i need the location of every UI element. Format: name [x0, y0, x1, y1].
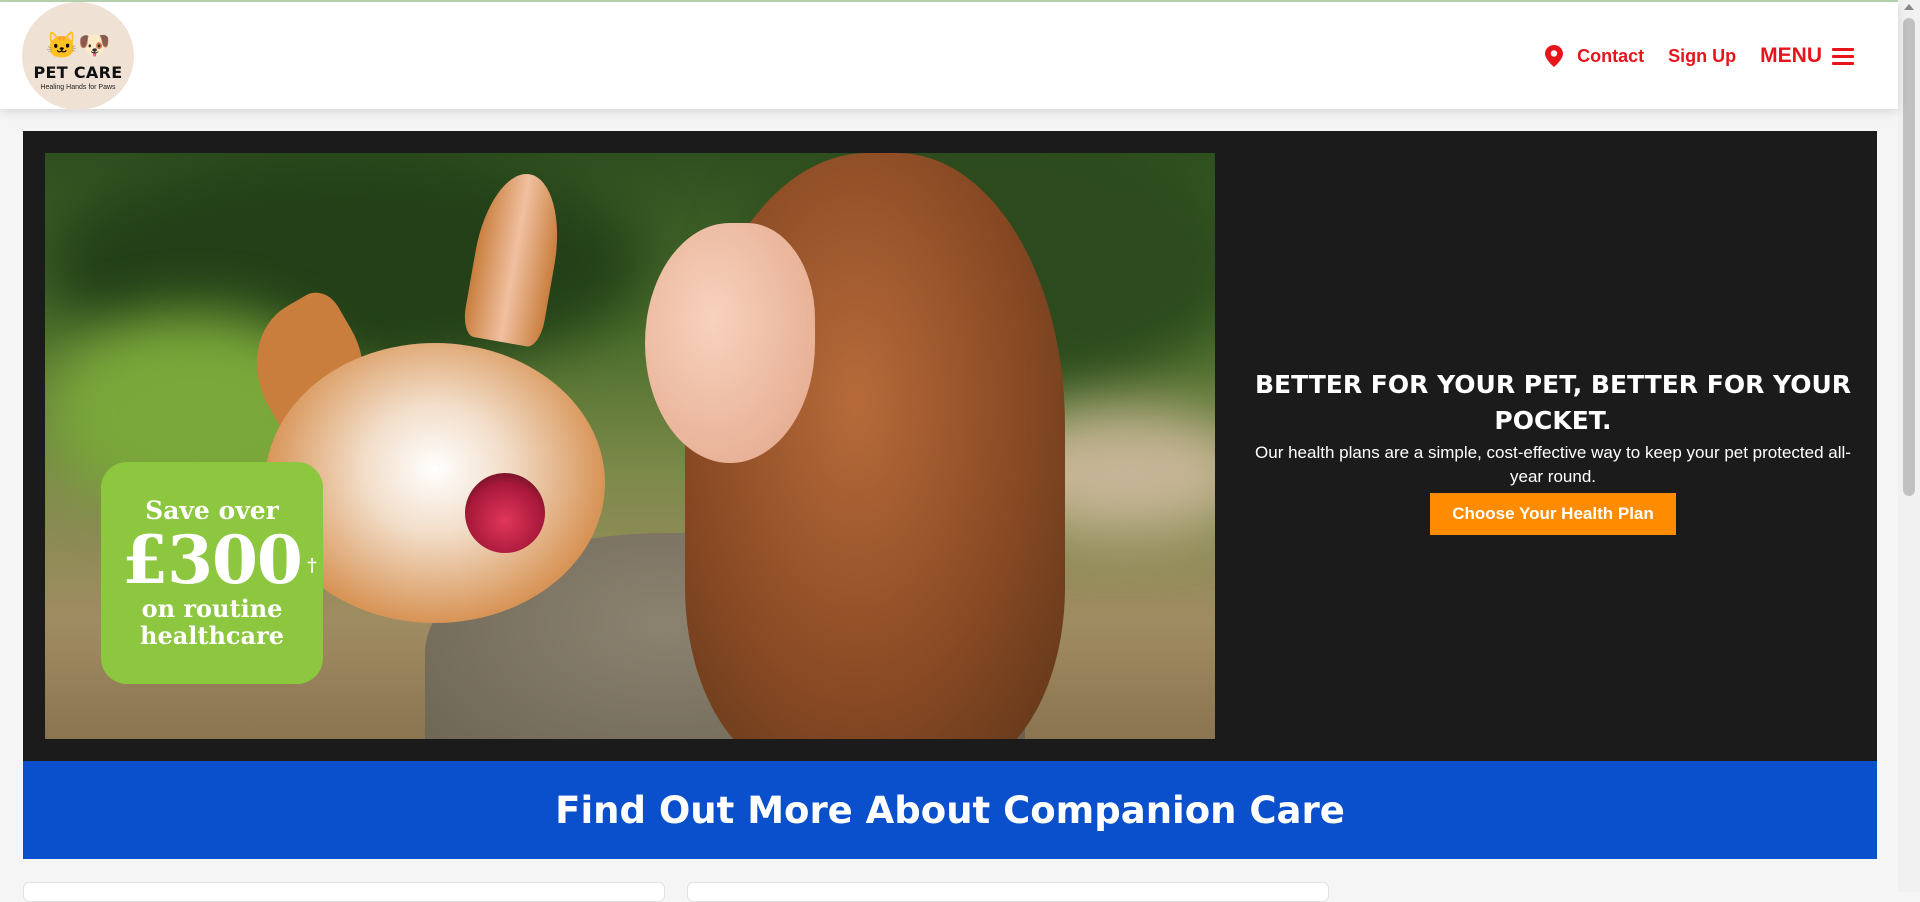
logo-name: PET CARE	[33, 63, 123, 82]
badge-healthcare-label: healthcare	[140, 621, 284, 650]
sign-up-label: Sign Up	[1668, 45, 1737, 66]
page-scrollbar[interactable]	[1898, 0, 1920, 892]
hamburger-icon	[1832, 47, 1854, 65]
map-pin-icon	[1545, 45, 1564, 67]
scroll-up-arrow-icon[interactable]	[1904, 4, 1914, 10]
sign-up-link[interactable]: Sign Up	[1668, 46, 1736, 67]
companion-care-banner[interactable]: Find Out More About Companion Care	[23, 761, 1877, 859]
content-card	[23, 882, 665, 902]
contact-label: Contact	[1577, 45, 1645, 66]
hero-copy: BETTER FOR YOUR PET, BETTER FOR YOUR POC…	[1253, 367, 1853, 535]
pets-logo-icon: 🐱🐶	[45, 30, 111, 60]
badge-dagger: †	[307, 555, 316, 576]
content-card	[687, 882, 1329, 902]
pet-care-logo[interactable]: 🐱🐶 PET CARE Healing Hands for Paws	[22, 2, 134, 110]
contact-link[interactable]: Contact	[1545, 45, 1644, 67]
banner-title: Find Out More About Companion Care	[555, 788, 1345, 832]
badge-amount: £300 †	[122, 521, 317, 599]
scrollbar-thumb[interactable]	[1903, 18, 1915, 496]
hero-image-woman-with-corgi: Save over £300 † on routine healthcare	[45, 153, 1215, 739]
menu-label: MENU	[1760, 44, 1822, 67]
site-header: 🐱🐶 PET CARE Healing Hands for Paws Conta…	[0, 2, 1898, 110]
choose-health-plan-button[interactable]: Choose Your Health Plan	[1430, 493, 1676, 535]
hero-title: BETTER FOR YOUR PET, BETTER FOR YOUR POC…	[1254, 370, 1852, 435]
hero-description: Our health plans are a simple, cost-effe…	[1255, 443, 1851, 486]
savings-badge: Save over £300 † on routine healthcare	[101, 462, 323, 684]
logo-tagline: Healing Hands for Paws	[40, 84, 116, 91]
menu-button[interactable]: MENU	[1760, 44, 1854, 68]
hero-section: Save over £300 † on routine healthcare BE…	[23, 131, 1877, 761]
badge-routine-label: on routine	[141, 594, 283, 623]
main-nav: Contact Sign Up MENU	[1545, 42, 1854, 70]
